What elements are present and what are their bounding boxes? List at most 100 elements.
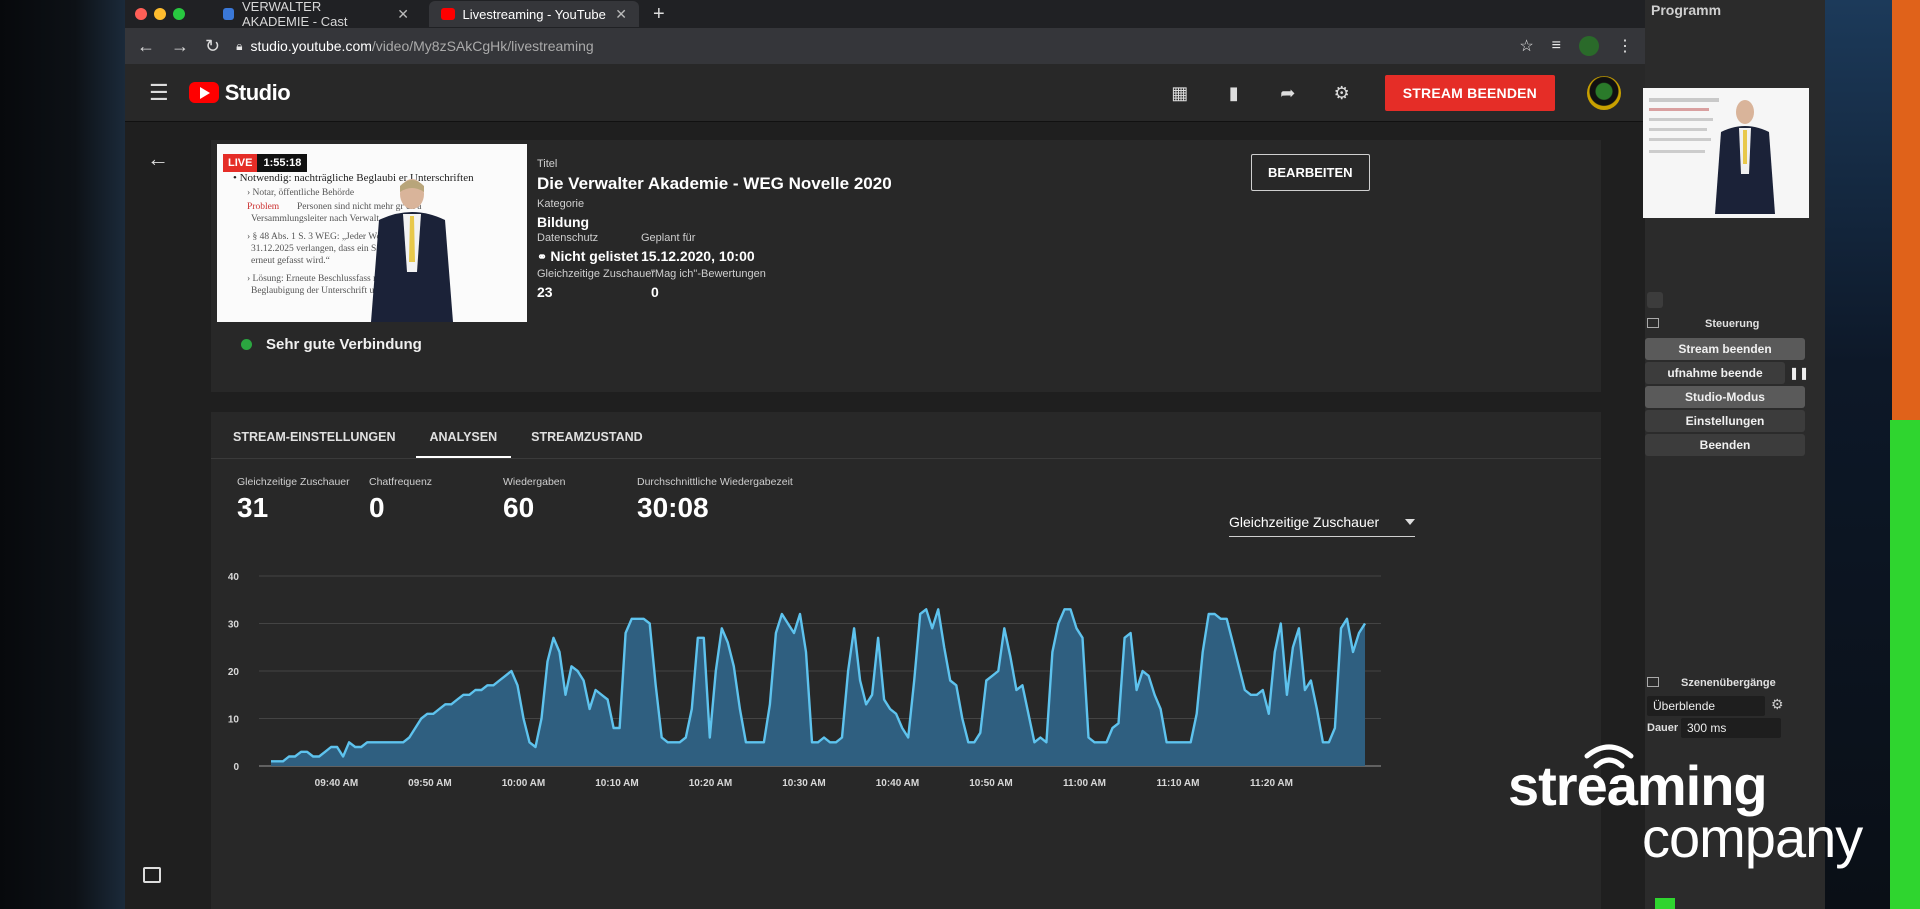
profile-avatar-icon[interactable] <box>1579 36 1599 56</box>
link-icon: ⚭ <box>537 250 551 264</box>
obs-stop-stream-button[interactable]: Stream beenden <box>1645 338 1805 360</box>
likes-label: "Mag ich"-Bewertungen <box>651 268 766 280</box>
tab-stream-health[interactable]: STREAMZUSTAND <box>531 430 643 459</box>
reload-icon[interactable]: ↻ <box>205 36 220 57</box>
monitor-bezel-left <box>0 0 125 909</box>
obs-dock-icon[interactable] <box>1647 677 1659 687</box>
obs-transition-settings-icon[interactable]: ⚙ <box>1771 696 1784 713</box>
live-badge: LIVE 1:55:18 <box>223 154 308 172</box>
youtube-favicon-icon <box>441 8 455 20</box>
x-tick-label: 10:50 AM <box>969 778 1013 789</box>
obs-program-preview <box>1643 88 1809 218</box>
x-tick-label: 10:40 AM <box>876 778 920 789</box>
connection-text: Sehr gute Verbindung <box>266 336 422 353</box>
youtube-logo-icon <box>188 82 219 103</box>
clapperboard-icon[interactable]: ▦ <box>1169 82 1191 104</box>
watermark-logo: streaming company <box>1508 754 1863 869</box>
x-tick-label: 11:10 AM <box>1156 778 1199 789</box>
menu-kebab-icon[interactable]: ⋮ <box>1617 36 1633 56</box>
livestream-dashboard: ← LIVE 1:55:18 • Notwendig: nachträglich… <box>125 122 1645 909</box>
speaker-figure <box>371 179 453 322</box>
maximize-window-button[interactable] <box>173 8 185 20</box>
back-nav-icon[interactable]: ← <box>137 36 155 57</box>
slide-line: › Notar, öffentliche Behörde <box>247 188 355 198</box>
stat-chat-rate: Chatfrequenz 0 <box>369 476 432 524</box>
privacy-block: Datenschutz ⚭ Nicht gelistet <box>537 232 638 264</box>
close-tab-icon[interactable]: ✕ <box>615 6 627 23</box>
forward-nav-icon[interactable]: → <box>171 36 189 57</box>
x-tick-label: 10:00 AM <box>502 778 546 789</box>
obs-settings-button[interactable]: Einstellungen <box>1645 410 1805 432</box>
close-tab-icon[interactable]: ✕ <box>397 6 409 23</box>
stream-preview[interactable]: LIVE 1:55:18 • Notwendig: nachträgliche … <box>217 144 527 322</box>
title-label: Titel <box>537 158 558 170</box>
slide-line: erneut gefasst wird.“ <box>251 256 330 266</box>
stat-label: Chatfrequenz <box>369 476 433 488</box>
x-tick-label: 09:50 AM <box>408 778 452 789</box>
x-tick-label: 11:20 AM <box>1250 778 1293 789</box>
channel-avatar[interactable] <box>1587 75 1621 110</box>
caret-down-icon <box>1405 519 1415 525</box>
obs-dock-icon[interactable] <box>1647 318 1659 328</box>
y-tick-label: 20 <box>228 667 240 678</box>
metric-dropdown[interactable]: Gleichzeitige Zuschauer <box>1229 514 1415 537</box>
watermark-line1: streaming <box>1508 754 1768 817</box>
stream-title: Die Verwalter Akademie - WEG Novelle 202… <box>537 174 892 193</box>
obs-duration-field[interactable]: 300 ms <box>1681 718 1781 738</box>
hamburger-menu-icon[interactable]: ☰ <box>149 80 169 106</box>
obs-transition-select[interactable]: Überblende <box>1647 696 1765 716</box>
connection-status: Sehr gute Verbindung <box>241 336 422 353</box>
metric-dropdown-value: Gleichzeitige Zuschauer <box>1229 514 1380 530</box>
address-bar: ← → ↻ 🔒︎ studio.youtube.com/video/My8zSA… <box>125 28 1645 64</box>
lock-icon: 🔒︎ <box>236 38 243 53</box>
studio-logo[interactable]: Studio <box>188 80 291 106</box>
pause-icon[interactable]: ❚❚ <box>1789 362 1809 384</box>
stat-label: Durchschnittliche Wiedergabezeit <box>637 476 793 488</box>
category-label: Kategorie <box>537 198 585 210</box>
tabs-divider <box>211 458 1601 459</box>
browser-tab-livestreaming[interactable]: Livestreaming - YouTube Studio ✕ <box>429 1 639 27</box>
minimize-window-button[interactable] <box>154 8 166 20</box>
close-window-button[interactable] <box>135 8 147 20</box>
browser-window: VERWALTER AKADEMIE - Cast ✕ Livestreamin… <box>125 0 1645 909</box>
live-label: LIVE <box>223 154 258 172</box>
browser-tab-verwalter[interactable]: VERWALTER AKADEMIE - Cast ✕ <box>211 0 421 29</box>
obs-controls-title: Steuerung <box>1705 318 1760 330</box>
media-queue-icon[interactable]: ≡ <box>1552 37 1561 55</box>
edit-button[interactable]: BEARBEITEN <box>1251 154 1370 191</box>
live-duration: 1:55:18 <box>257 154 308 172</box>
status-dot-icon <box>241 339 252 350</box>
obs-stop-recording-button[interactable]: ufnahme beende <box>1645 362 1785 384</box>
obs-spin-icon[interactable] <box>1647 292 1663 308</box>
concurrent-block: Gleichzeitige Zuschauer 23 <box>537 268 655 300</box>
slide-line: Beglaubigung der Unterschrift uge <box>251 286 384 296</box>
y-tick-label: 10 <box>228 715 240 726</box>
stat-views: Wiedergaben 60 <box>503 476 565 524</box>
end-stream-button[interactable]: STREAM BEENDEN <box>1384 74 1555 111</box>
bookmark-star-icon[interactable]: ☆ <box>1519 36 1533 56</box>
settings-gear-icon[interactable]: ⚙ <box>1331 82 1353 104</box>
tab-stream-settings[interactable]: STREAM-EINSTELLUNGEN <box>233 430 396 459</box>
watermark-line2: company <box>1642 806 1863 869</box>
feedback-icon[interactable] <box>143 867 161 883</box>
url-field[interactable]: 🔒︎ studio.youtube.com/video/My8zSAkCgHk/… <box>236 38 1503 54</box>
privacy-label: Datenschutz <box>537 232 599 244</box>
obs-speaker-figure <box>1715 100 1775 214</box>
likes-block: "Mag ich"-Bewertungen 0 <box>651 268 766 300</box>
viewers-chart: 0 10 20 30 40 09:40 AM 09:50 AM 10:00 AM 10:10 A… <box>228 572 1381 789</box>
tab-analytics[interactable]: ANALYSEN <box>415 430 512 459</box>
new-tab-icon[interactable]: + <box>653 3 665 26</box>
scheduled-label: Geplant für <box>641 232 696 244</box>
concurrent-label: Gleichzeitige Zuschauer <box>537 268 656 280</box>
tab-title: VERWALTER AKADEMIE - Cast <box>241 0 348 29</box>
share-icon[interactable]: ➦ <box>1277 82 1299 104</box>
analytics-panel: STREAM-EINSTELLUNGEN ANALYSEN STREAMZUST… <box>211 412 1601 909</box>
obs-duration-label: Dauer <box>1647 722 1679 734</box>
obs-studio-mode-button[interactable]: Studio-Modus <box>1645 386 1805 408</box>
slide-line: Problem <box>247 202 280 212</box>
obs-exit-button[interactable]: Beenden <box>1645 434 1805 456</box>
obs-program-title: Programm <box>1651 2 1722 18</box>
back-arrow-icon[interactable]: ← <box>147 146 169 172</box>
tab-bar: VERWALTER AKADEMIE - Cast ✕ Livestreamin… <box>125 0 1645 29</box>
bookmark-icon[interactable]: ▮ <box>1223 82 1245 104</box>
